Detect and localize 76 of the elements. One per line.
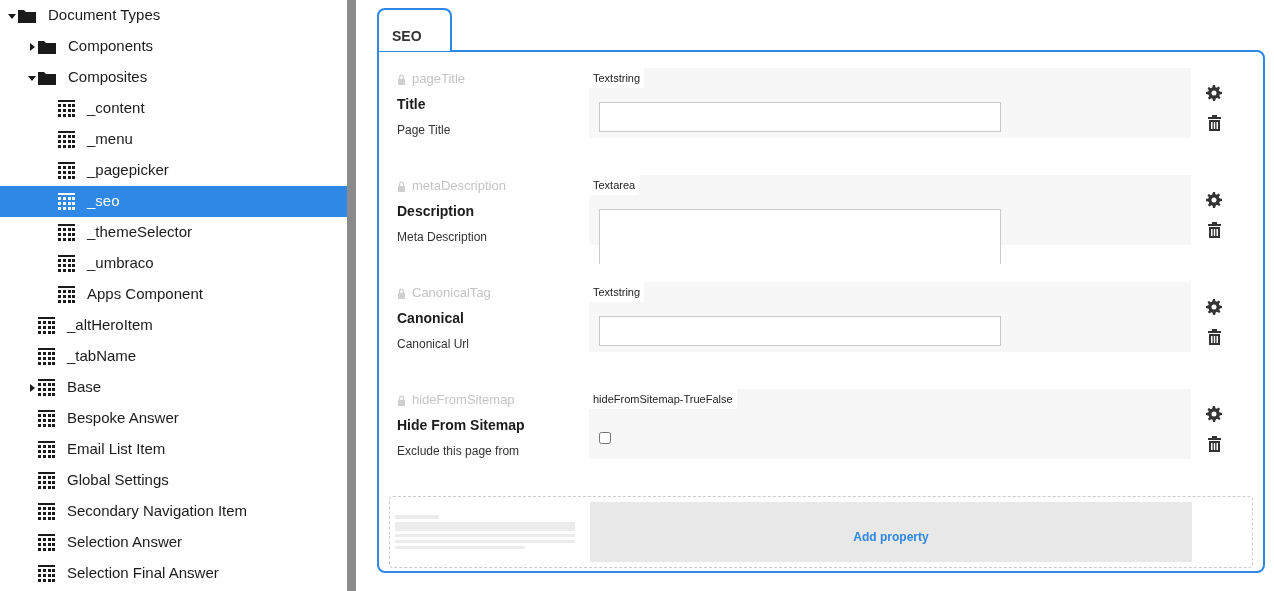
settings-icon[interactable] [1206,406,1222,422]
tree-item[interactable]: _content [0,93,347,124]
caret-icon[interactable] [28,42,36,51]
grid-icon [58,162,75,179]
editor-type: Textstring [589,68,645,88]
settings-icon[interactable] [1206,299,1222,315]
property-description: Exclude this page from [397,443,521,460]
property-name: Title [397,95,427,114]
tree-item[interactable]: _umbraco [0,248,347,279]
lock-icon [397,394,406,406]
tree-item[interactable]: Base [0,372,347,403]
tree-item[interactable]: _menu [0,124,347,155]
grid-icon [58,255,75,272]
tab[interactable]: SEO [377,8,452,51]
grid-icon [38,472,55,489]
lock-icon [397,73,406,85]
grid-icon [58,100,75,117]
property-name: Hide From Sitemap [397,416,526,435]
text-input-field[interactable] [599,316,1001,346]
tree-item[interactable]: Global Settings [0,465,347,496]
tree-item[interactable]: _themeSelector [0,217,347,248]
checkbox[interactable] [599,432,611,444]
grid-icon [38,348,55,365]
grid-icon [38,565,55,582]
grid-icon [38,441,55,458]
grid-icon [38,503,55,520]
caret-icon[interactable] [28,383,36,392]
property-description: Canonical Url [397,336,471,353]
text-input-field[interactable] [599,102,1001,132]
tree-item[interactable]: _tabName [0,341,347,372]
trash-icon[interactable] [1207,329,1221,345]
grid-icon [38,534,55,551]
property-alias: metaDescription [412,177,506,196]
property-name: Description [397,202,475,221]
editor-type: Textarea [589,175,640,195]
trash-icon[interactable] [1207,115,1221,131]
property-alias: pageTitle [412,70,465,89]
tree-item[interactable]: _pagepicker [0,155,347,186]
grid-icon [58,193,75,210]
tree-item[interactable]: Composites [0,62,347,93]
grid-icon [38,379,55,396]
property-alias: hideFromSitemap [412,391,515,410]
tree-item[interactable]: Apps Component [0,279,347,310]
caret-icon[interactable] [28,73,36,82]
trash-icon[interactable] [1207,436,1221,452]
grid-icon [38,317,55,334]
grid-icon [58,224,75,241]
folder-icon [38,70,56,85]
editor-type: Textstring [589,282,645,302]
tree-item[interactable]: Components [0,31,347,62]
folder-icon [18,8,36,23]
tree-item[interactable]: _seo [0,186,347,217]
property-alias: CanonicalTag [412,284,491,303]
grid-icon [58,131,75,148]
lock-icon [397,287,406,299]
tree-item[interactable]: Secondary Navigation Item [0,496,347,527]
tree-item[interactable]: Bespoke Answer [0,403,347,434]
trash-icon[interactable] [1207,222,1221,238]
settings-icon[interactable] [1206,192,1222,208]
tree-item[interactable]: Selection Final Answer [0,558,347,589]
grid-icon [58,286,75,303]
tree-item[interactable]: _altHeroItem [0,310,347,341]
property-description: Page Title [397,122,452,139]
lock-icon [397,180,406,192]
caret-icon[interactable] [8,11,16,20]
property-name: Canonical [397,309,465,328]
textarea-field[interactable] [599,209,1001,264]
settings-icon[interactable] [1206,85,1222,101]
tree-item[interactable]: Email List Item [0,434,347,465]
tree-item[interactable]: Selection Answer [0,527,347,558]
editor-type: hideFromSitemap-TrueFalse [589,389,737,409]
property-description: Meta Description [397,229,489,246]
tree-item[interactable]: Document Types [0,0,347,31]
scrollbar[interactable] [347,0,356,591]
folder-icon [38,39,56,54]
grid-icon [38,410,55,427]
